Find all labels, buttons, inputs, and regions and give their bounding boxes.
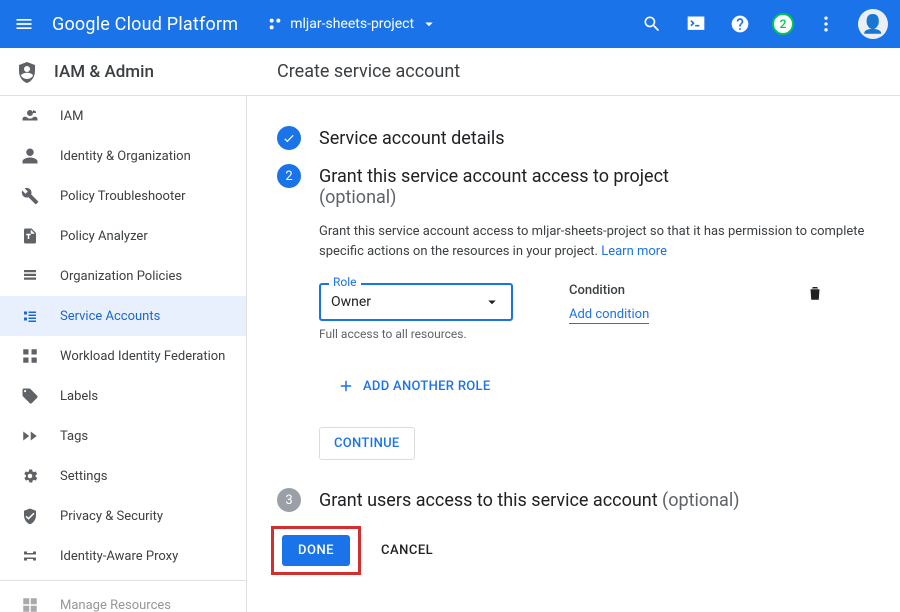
section-title: IAM & Admin <box>54 62 154 82</box>
sidebar-item-troubleshooter[interactable]: Policy Troubleshooter <box>0 176 246 216</box>
step2-title: Grant this service account access to pro… <box>319 166 870 208</box>
sidebar-item-label: Identity & Organization <box>60 149 191 164</box>
role-hint: Full access to all resources. <box>319 327 513 341</box>
role-label: Role <box>329 275 361 289</box>
step2-description: Grant this service account access to mlj… <box>319 222 870 261</box>
sidebar-item-analyzer[interactable]: Policy Analyzer <box>0 216 246 256</box>
condition-column: Condition Add condition <box>569 283 649 322</box>
project-picker[interactable]: mljar-sheets-project <box>266 15 438 33</box>
tag-icon <box>20 386 40 406</box>
add-another-role-button[interactable]: ADD ANOTHER ROLE <box>337 377 870 395</box>
sidebar-item-label: Workload Identity Federation <box>60 349 225 364</box>
sidebar-item-settings[interactable]: Settings <box>0 456 246 496</box>
sidebar-item-label: Labels <box>60 389 98 404</box>
sidebar-item-iam[interactable]: IAM <box>0 96 246 136</box>
sidebar-item-label: Service Accounts <box>60 309 160 324</box>
step1-title: Service account details <box>319 128 870 149</box>
sidebar-item-manage-resources[interactable]: Manage Resources <box>0 585 246 612</box>
header-actions: 2 👤 <box>640 9 888 39</box>
chevron-down-icon <box>420 15 438 33</box>
step-done-icon <box>277 126 301 150</box>
step-2: 2 Grant this service account access to p… <box>277 164 870 460</box>
sidebar-item-org-policies[interactable]: Organization Policies <box>0 256 246 296</box>
list-icon <box>20 266 40 286</box>
role-row: Role Owner Full access to all resources.… <box>319 283 870 341</box>
cancel-button[interactable]: CANCEL <box>381 543 433 558</box>
sidebar-item-label: Policy Analyzer <box>60 229 148 244</box>
workload-icon <box>20 346 40 366</box>
role-field: Role Owner Full access to all resources. <box>319 283 513 341</box>
proxy-icon <box>20 546 40 566</box>
done-highlight: DONE <box>271 526 361 575</box>
sidebar-item-tags[interactable]: Tags <box>0 416 246 456</box>
sidebar-item-workload[interactable]: Workload Identity Federation <box>0 336 246 376</box>
wrench-icon <box>20 186 40 206</box>
shield-check-icon <box>20 506 40 526</box>
sidebar-item-identity[interactable]: Identity & Organization <box>0 136 246 176</box>
sidebar-item-service-accounts[interactable]: Service Accounts <box>0 296 246 336</box>
iam-icon <box>20 106 40 126</box>
project-icon <box>266 15 284 33</box>
sidebar-item-label: Privacy & Security <box>60 509 163 524</box>
learn-more-link[interactable]: Learn more <box>601 244 667 259</box>
project-name: mljar-sheets-project <box>290 16 414 32</box>
sidebar-item-label: Tags <box>60 429 88 444</box>
sidebar: IAM Identity & Organization Policy Troub… <box>0 96 247 612</box>
sidebar-item-labels[interactable]: Labels <box>0 376 246 416</box>
resources-icon <box>20 595 40 612</box>
sidebar-item-label: Organization Policies <box>60 269 182 284</box>
add-condition-link[interactable]: Add condition <box>569 307 649 324</box>
sidebar-item-iap[interactable]: Identity-Aware Proxy <box>0 536 246 576</box>
top-header: Google Cloud Platform mljar-sheets-proje… <box>0 0 900 48</box>
avatar[interactable]: 👤 <box>858 9 888 39</box>
done-button[interactable]: DONE <box>282 535 350 566</box>
sidebar-item-label: Manage Resources <box>60 598 171 612</box>
plus-icon <box>337 377 355 395</box>
role-value: Owner <box>331 294 371 310</box>
shield-icon <box>14 59 40 85</box>
step3-title: Grant users access to this service accou… <box>319 490 870 511</box>
person-icon <box>20 146 40 166</box>
search-icon[interactable] <box>640 12 664 36</box>
product-name: Google Cloud Platform <box>52 14 238 35</box>
page-title: Create service account <box>247 61 460 82</box>
main-content: Service account details 2 Grant this ser… <box>247 96 900 612</box>
step3-badge: 3 <box>277 488 301 512</box>
menu-icon[interactable] <box>12 12 36 36</box>
notification-badge[interactable]: 2 <box>772 13 794 35</box>
cloud-shell-icon[interactable] <box>684 12 708 36</box>
step-1: Service account details <box>277 126 870 150</box>
sidebar-item-label: Policy Troubleshooter <box>60 189 186 204</box>
sidebar-item-privacy[interactable]: Privacy & Security <box>0 496 246 536</box>
condition-label: Condition <box>569 283 649 298</box>
step-3: 3 Grant users access to this service acc… <box>277 488 870 512</box>
continue-button[interactable]: CONTINUE <box>319 427 415 460</box>
delete-icon[interactable] <box>805 283 825 303</box>
more-icon[interactable] <box>814 12 838 36</box>
sidebar-item-label: Identity-Aware Proxy <box>60 549 178 564</box>
subheader: IAM & Admin Create service account <box>0 48 900 96</box>
sidebar-item-label: IAM <box>60 109 83 124</box>
help-icon[interactable] <box>728 12 752 36</box>
document-icon <box>20 226 40 246</box>
tags-icon <box>20 426 40 446</box>
done-row: DONE CANCEL <box>271 526 870 575</box>
service-account-icon <box>20 306 40 326</box>
chevron-down-icon <box>483 293 501 311</box>
sidebar-item-label: Settings <box>60 469 107 484</box>
gear-icon <box>20 466 40 486</box>
step2-badge: 2 <box>277 164 301 188</box>
